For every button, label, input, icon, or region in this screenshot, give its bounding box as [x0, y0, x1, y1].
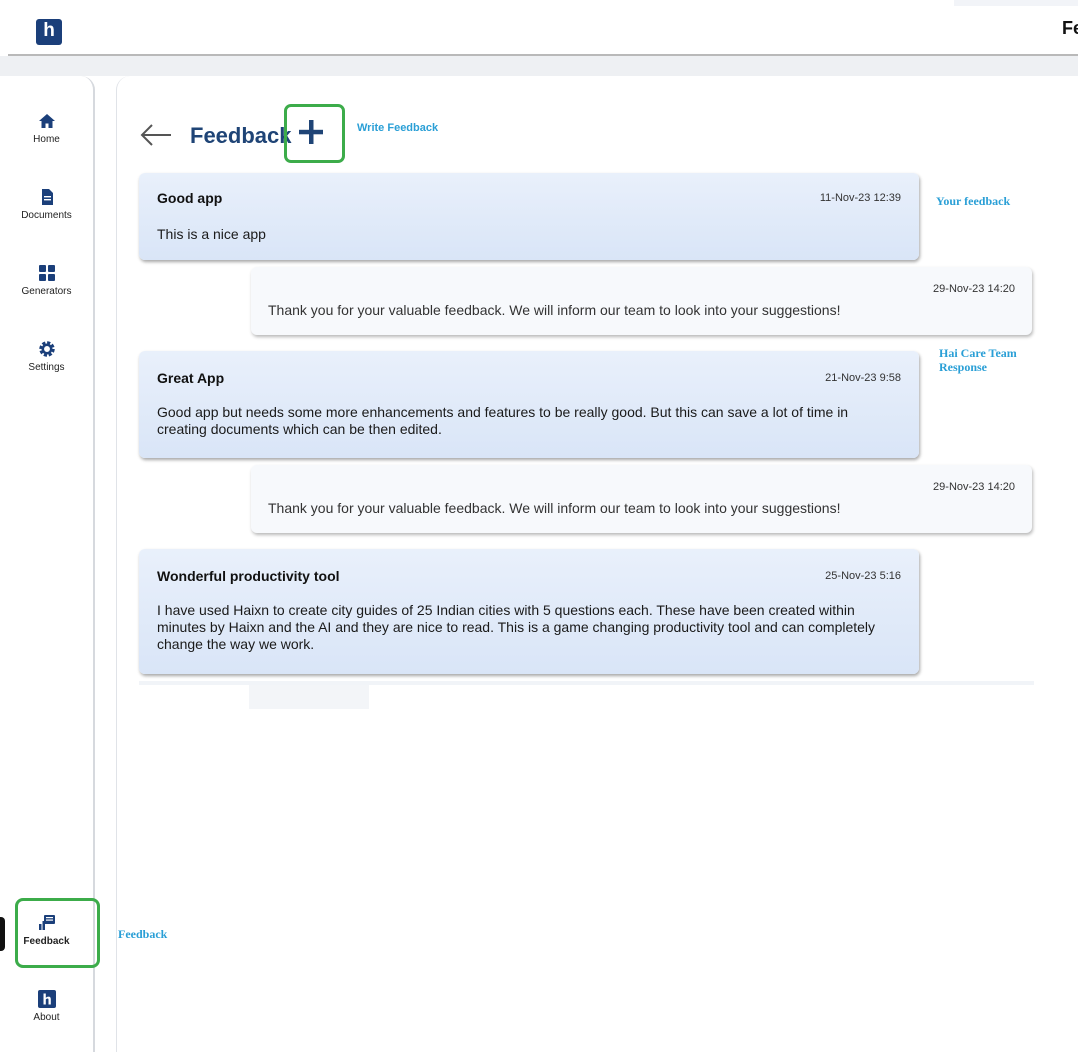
about-logo-icon [37, 990, 56, 1008]
feedback-date: 21-Nov-23 9:58 [825, 372, 901, 384]
header-band [0, 56, 1078, 76]
team-response-annotation: Hai Care Team Response [939, 346, 1017, 374]
sidebar-item-generators[interactable]: Generators [0, 264, 93, 297]
feedback-body: Good app but needs some more enhancement… [157, 404, 849, 437]
feedback-card[interactable]: Good app 11-Nov-23 12:39 This is a nice … [139, 173, 919, 260]
reply-date: 29-Nov-23 14:20 [933, 481, 1015, 493]
window-title: Feedback [1062, 18, 1078, 38]
sidebar-item-settings[interactable]: Settings [0, 340, 93, 373]
feedback-title: Good app [157, 190, 223, 206]
your-feedback-annotation: Your feedback [936, 194, 1011, 208]
feedback-title: Wonderful productivity tool [157, 568, 340, 584]
document-icon [41, 189, 53, 205]
feedback-title: Great App [157, 370, 225, 386]
feedback-body: I have used Haixn to create city guides … [157, 602, 876, 652]
sidebar-item-label: Settings [28, 362, 65, 373]
page-title: Feedback [190, 123, 292, 148]
sidebar-item-label: Documents [21, 210, 72, 221]
feedback-card[interactable]: Great App 21-Nov-23 9:58 Good app but ne… [139, 351, 919, 458]
sidebar-item-label: Generators [21, 286, 72, 297]
sidebar-item-label: Feedback [23, 936, 70, 947]
reply-body: Thank you for your valuable feedback. We… [268, 302, 841, 318]
reply-date: 29-Nov-23 14:20 [933, 283, 1015, 295]
top-strip [954, 0, 1078, 6]
app-logo[interactable]: h [36, 19, 62, 45]
sidebar-item-documents[interactable]: Documents [0, 188, 93, 221]
sidebar-item-feedback[interactable]: Feedback [0, 914, 93, 947]
feedback-date: 11-Nov-23 12:39 [819, 192, 901, 204]
team-reply-card: 29-Nov-23 14:20 Thank you for your valua… [251, 465, 1032, 533]
write-feedback-label: Write Feedback [357, 122, 439, 134]
feedback-icon [38, 915, 55, 930]
add-feedback-button[interactable] [296, 117, 326, 147]
home-icon [38, 114, 55, 128]
sidebar-item-label: About [33, 1012, 60, 1023]
sidebar-item-home[interactable]: Home [0, 112, 93, 145]
gear-icon [38, 341, 55, 357]
list-fade-block [249, 685, 369, 709]
reply-body: Thank you for your valuable feedback. We… [268, 500, 841, 516]
team-reply-card: 29-Nov-23 14:20 Thank you for your valua… [251, 267, 1032, 335]
top-bar [0, 0, 1078, 58]
feedback-card[interactable]: Wonderful productivity tool 25-Nov-23 5:… [139, 549, 919, 674]
grid-icon [38, 265, 55, 281]
feedback-body: This is a nice app [157, 226, 266, 242]
feedback-date: 25-Nov-23 5:16 [825, 570, 901, 582]
feedback-nav-annotation: Feedback [118, 927, 168, 941]
sidebar-item-label: Home [33, 134, 60, 145]
back-arrow-icon[interactable] [139, 122, 173, 148]
sidebar-item-about[interactable]: About [0, 990, 93, 1023]
